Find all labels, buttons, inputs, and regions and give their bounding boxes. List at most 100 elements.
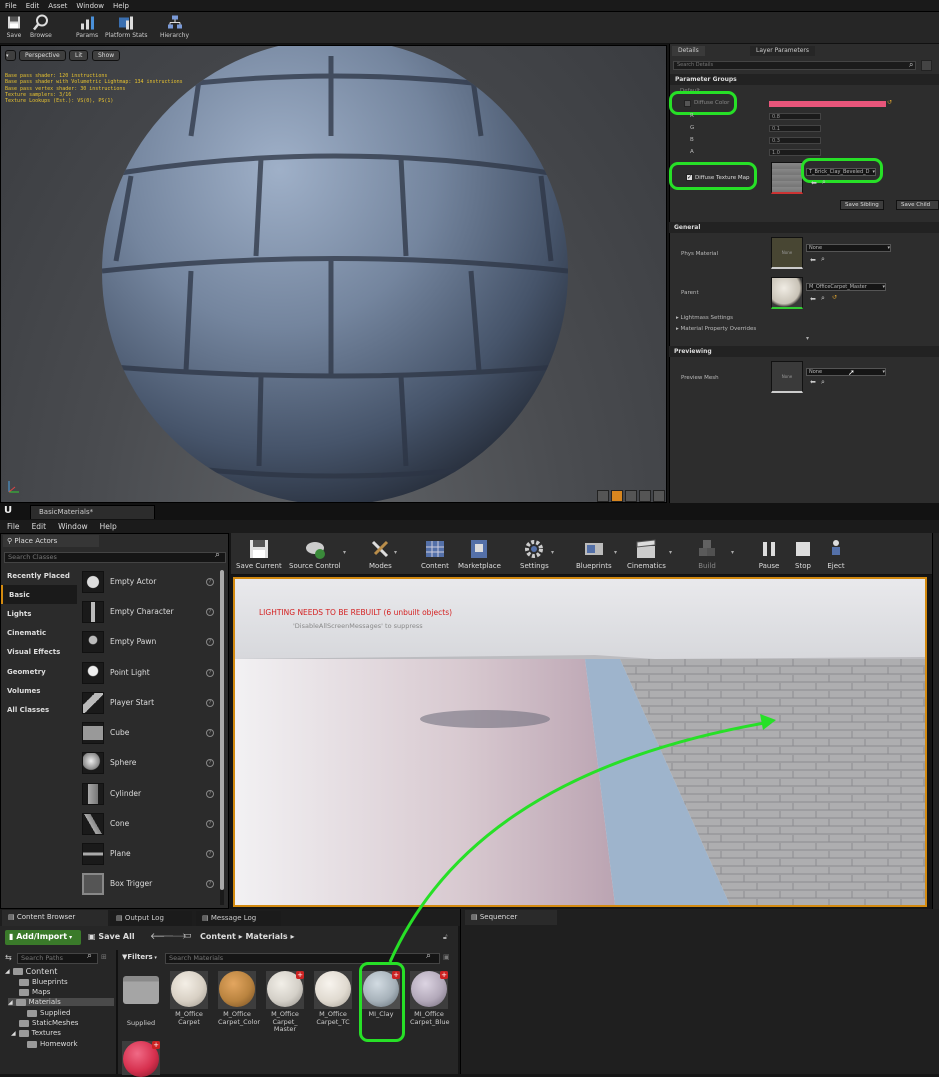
asset-m-office-carpet-color[interactable]: M_Office Carpet_Color bbox=[218, 970, 260, 1026]
chevron-down-icon[interactable]: ▾ bbox=[614, 549, 617, 556]
actor-cylinder[interactable]: Cylinder? bbox=[78, 779, 219, 808]
modes-button[interactable]: Modes bbox=[369, 538, 392, 570]
tab-content-browser[interactable]: ▤ Content Browser bbox=[2, 910, 108, 926]
params-button[interactable]: Params bbox=[76, 14, 98, 39]
preview-mesh-combo[interactable]: None ▾ bbox=[806, 368, 886, 376]
save-all-button[interactable]: ▣ Save All bbox=[88, 932, 135, 941]
menu-edit[interactable]: Edit bbox=[26, 2, 40, 10]
tree-staticmeshes[interactable]: StaticMeshes bbox=[19, 1019, 78, 1027]
help-icon[interactable]: ? bbox=[206, 849, 214, 858]
plane-preview-button[interactable] bbox=[625, 490, 637, 502]
browse-magnifier-icon[interactable]: ⌕ bbox=[822, 178, 826, 187]
help-icon[interactable]: ? bbox=[206, 577, 214, 586]
save-sibling-button[interactable]: Save Sibling bbox=[840, 200, 884, 210]
cube-preview-button[interactable] bbox=[639, 490, 651, 502]
menu-asset[interactable]: Asset bbox=[48, 2, 67, 10]
reset-icon[interactable]: ↺ bbox=[887, 99, 892, 106]
lit-button[interactable]: Lit bbox=[69, 50, 89, 61]
scrollbar[interactable] bbox=[220, 570, 224, 905]
stop-button[interactable]: Stop bbox=[792, 538, 814, 570]
lightmass-settings-row[interactable]: ▸ Lightmass Settings bbox=[676, 315, 733, 321]
browse-button[interactable]: Browse bbox=[30, 14, 52, 39]
platform-stats-button[interactable]: Platform Stats bbox=[105, 14, 148, 39]
build-button[interactable]: Build bbox=[696, 538, 718, 570]
menu-file[interactable]: File bbox=[5, 2, 17, 10]
actor-player-start[interactable]: Player Start? bbox=[78, 688, 219, 717]
reset-icon[interactable]: ↺ bbox=[832, 294, 837, 301]
help-icon[interactable]: ? bbox=[206, 819, 214, 828]
asset-m-office-carpet-master[interactable]: + M_Office Carpet_ Master bbox=[266, 970, 304, 1034]
parent-thumbnail[interactable] bbox=[771, 277, 803, 309]
tree-textures[interactable]: ◢ Textures bbox=[11, 1029, 61, 1037]
perspective-button[interactable]: Perspective bbox=[19, 50, 66, 61]
pause-button[interactable]: Pause bbox=[758, 538, 780, 570]
category-volumes[interactable]: Volumes bbox=[1, 681, 77, 700]
chevron-right-icon[interactable]: ▸ bbox=[290, 932, 294, 941]
save-child-button[interactable]: Save Child bbox=[896, 200, 939, 210]
chevron-down-icon[interactable]: ▾ bbox=[731, 549, 734, 556]
tree-content[interactable]: ◢ Content bbox=[5, 967, 57, 976]
cylinder-preview-button[interactable] bbox=[597, 490, 609, 502]
asset-m-office-carpet-tc[interactable]: M_Office Carpet_TC bbox=[314, 970, 352, 1026]
actor-cone[interactable]: Cone? bbox=[78, 809, 219, 838]
tree-supplied[interactable]: Supplied bbox=[27, 1009, 70, 1017]
use-selected-arrow-icon[interactable]: ⬅ bbox=[810, 256, 816, 264]
phys-material-combo[interactable]: None ▾ bbox=[806, 244, 891, 252]
asset-red-material[interactable]: + bbox=[122, 1040, 160, 1077]
view-options-button[interactable] bbox=[921, 60, 932, 71]
search-paths-input[interactable]: Search Paths bbox=[17, 953, 98, 964]
settings-button[interactable]: Settings bbox=[520, 538, 549, 570]
eject-button[interactable]: Eject bbox=[825, 538, 847, 570]
actor-cube[interactable]: Cube? bbox=[78, 718, 219, 747]
help-icon[interactable]: ? bbox=[206, 728, 214, 737]
add-import-button[interactable]: ▮ Add/Import ▾ bbox=[5, 930, 81, 945]
search-classes-input[interactable]: Search Classes bbox=[4, 552, 226, 563]
save-current-button[interactable]: Save Current bbox=[236, 538, 282, 570]
help-icon[interactable]: ? bbox=[206, 758, 214, 767]
channel-g-field[interactable]: 0.1 bbox=[769, 125, 821, 132]
sources-toggle-icon[interactable]: ⇆ bbox=[5, 953, 12, 962]
parent-combo[interactable]: M_OfficeCarpet_Master ▾ bbox=[806, 283, 886, 291]
browse-magnifier-icon[interactable]: ⌕ bbox=[821, 294, 825, 303]
actor-empty-actor[interactable]: Empty Actor? bbox=[78, 567, 219, 596]
chevron-down-icon[interactable]: ▾ bbox=[806, 335, 809, 342]
category-geometry[interactable]: Geometry bbox=[1, 662, 77, 681]
source-control-button[interactable]: Source Control bbox=[289, 538, 341, 570]
menu-edit[interactable]: Edit bbox=[32, 522, 47, 531]
teapot-preview-button[interactable] bbox=[653, 490, 665, 502]
chevron-down-icon[interactable]: ▾ bbox=[551, 549, 554, 556]
breadcrumb-content[interactable]: Content bbox=[200, 932, 236, 941]
category-visual-effects[interactable]: Visual Effects bbox=[1, 642, 77, 661]
search-details-input[interactable]: Search Details bbox=[673, 61, 916, 70]
chevron-down-icon[interactable]: ▾ bbox=[394, 549, 397, 556]
tree-blueprints[interactable]: Blueprints bbox=[19, 978, 68, 986]
tree-materials[interactable]: ◢ Materials bbox=[8, 998, 114, 1006]
actor-empty-character[interactable]: Empty Character? bbox=[78, 597, 219, 626]
section-parameter-groups[interactable]: Parameter Groups bbox=[670, 74, 939, 85]
category-cinematic[interactable]: Cinematic bbox=[1, 623, 77, 642]
hierarchy-button[interactable]: Hierarchy bbox=[160, 14, 189, 39]
actor-sphere[interactable]: Sphere? bbox=[78, 748, 219, 777]
menu-file[interactable]: File bbox=[7, 522, 20, 531]
channel-r-field[interactable]: 0.8 bbox=[769, 113, 821, 120]
help-icon[interactable]: ? bbox=[206, 879, 214, 888]
show-button[interactable]: Show bbox=[92, 50, 121, 61]
tab-layer-parameters[interactable]: Layer Parameters bbox=[750, 46, 815, 56]
marketplace-button[interactable]: Marketplace bbox=[458, 538, 501, 570]
help-icon[interactable]: ? bbox=[206, 789, 214, 798]
diffuse-color-swatch[interactable] bbox=[769, 101, 886, 107]
use-selected-arrow-icon[interactable]: ⬅ bbox=[811, 179, 817, 187]
use-selected-arrow-icon[interactable]: ⬅ bbox=[810, 378, 816, 386]
diffuse-texture-thumbnail[interactable] bbox=[771, 162, 803, 194]
scrollbar-thumb[interactable] bbox=[220, 570, 224, 890]
menu-window[interactable]: Window bbox=[76, 2, 104, 10]
category-basic[interactable]: Basic bbox=[1, 585, 77, 604]
channel-a-field[interactable]: 1.0 bbox=[769, 149, 821, 156]
add-collection-icon[interactable]: ⊞ bbox=[101, 953, 107, 961]
asset-m-office-carpet[interactable]: M_Office Carpet bbox=[170, 970, 208, 1026]
chevron-down-icon[interactable]: ▾ bbox=[669, 549, 672, 556]
phys-material-thumbnail[interactable]: None bbox=[771, 237, 803, 269]
menu-help[interactable]: Help bbox=[100, 522, 117, 531]
channel-b-field[interactable]: 0.3 bbox=[769, 137, 821, 144]
actor-point-light[interactable]: Point Light? bbox=[78, 658, 219, 687]
